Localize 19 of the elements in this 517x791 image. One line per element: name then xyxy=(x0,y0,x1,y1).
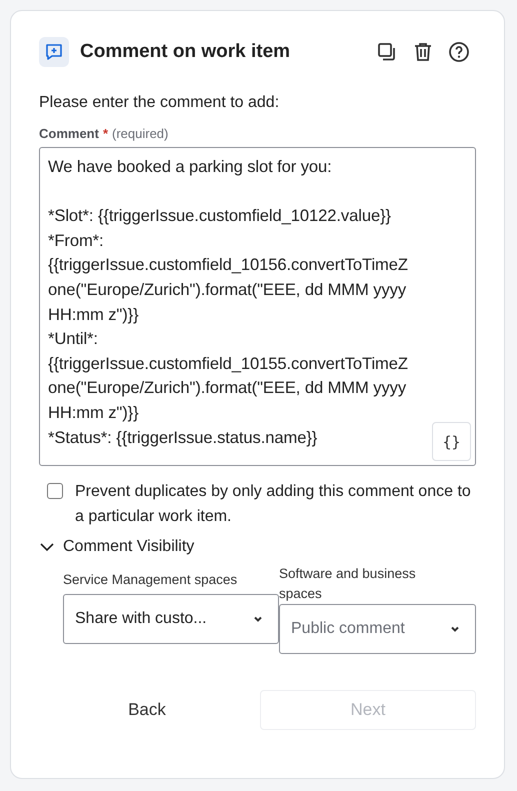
comment-textarea[interactable]: We have booked a parking slot for you: *Slot*: {{triggerIssue.customfield_10122.value}} *From*: {{triggerIssue.customfield_10156.convertToTimeZ one("Europe/Zurich").format("EEE, dd MMM yyyy HH:mm z")}} *Until*: {{triggerIssue.customfield_10155.convertToTimeZ one("Europe/Zurich").format("EEE, dd MMM yyyy HH:mm z")}} *Status*: {{triggerIssue.status.name}} {} xyxy=(39,147,476,466)
instruction-text: Please enter the comment to add: xyxy=(39,94,280,112)
back-button[interactable]: Back xyxy=(39,690,255,730)
dropdown-select[interactable]: Public comment xyxy=(279,604,476,654)
help-icon[interactable] xyxy=(448,41,470,63)
smart-value-button[interactable]: {} xyxy=(432,422,471,461)
duplicate-icon[interactable] xyxy=(376,41,398,63)
required-note: (required) xyxy=(112,126,168,141)
dropdown-select[interactable]: Share with custo... xyxy=(63,594,279,644)
checkbox-label: Prevent duplicates by only adding this comment once to a particular work item. xyxy=(75,482,472,527)
delete-icon[interactable] xyxy=(412,41,434,63)
select-label: Service Management spaces xyxy=(63,571,238,589)
select-label: Software and business spaces xyxy=(279,565,417,603)
required-asterisk: * xyxy=(102,126,108,141)
visibility-toggle[interactable]: Comment Visibility xyxy=(39,538,194,556)
field-label: Comment xyxy=(39,126,99,141)
comment-add-icon xyxy=(39,37,69,67)
panel-title: Comment on work item xyxy=(80,41,292,63)
checkbox[interactable] xyxy=(47,483,63,499)
